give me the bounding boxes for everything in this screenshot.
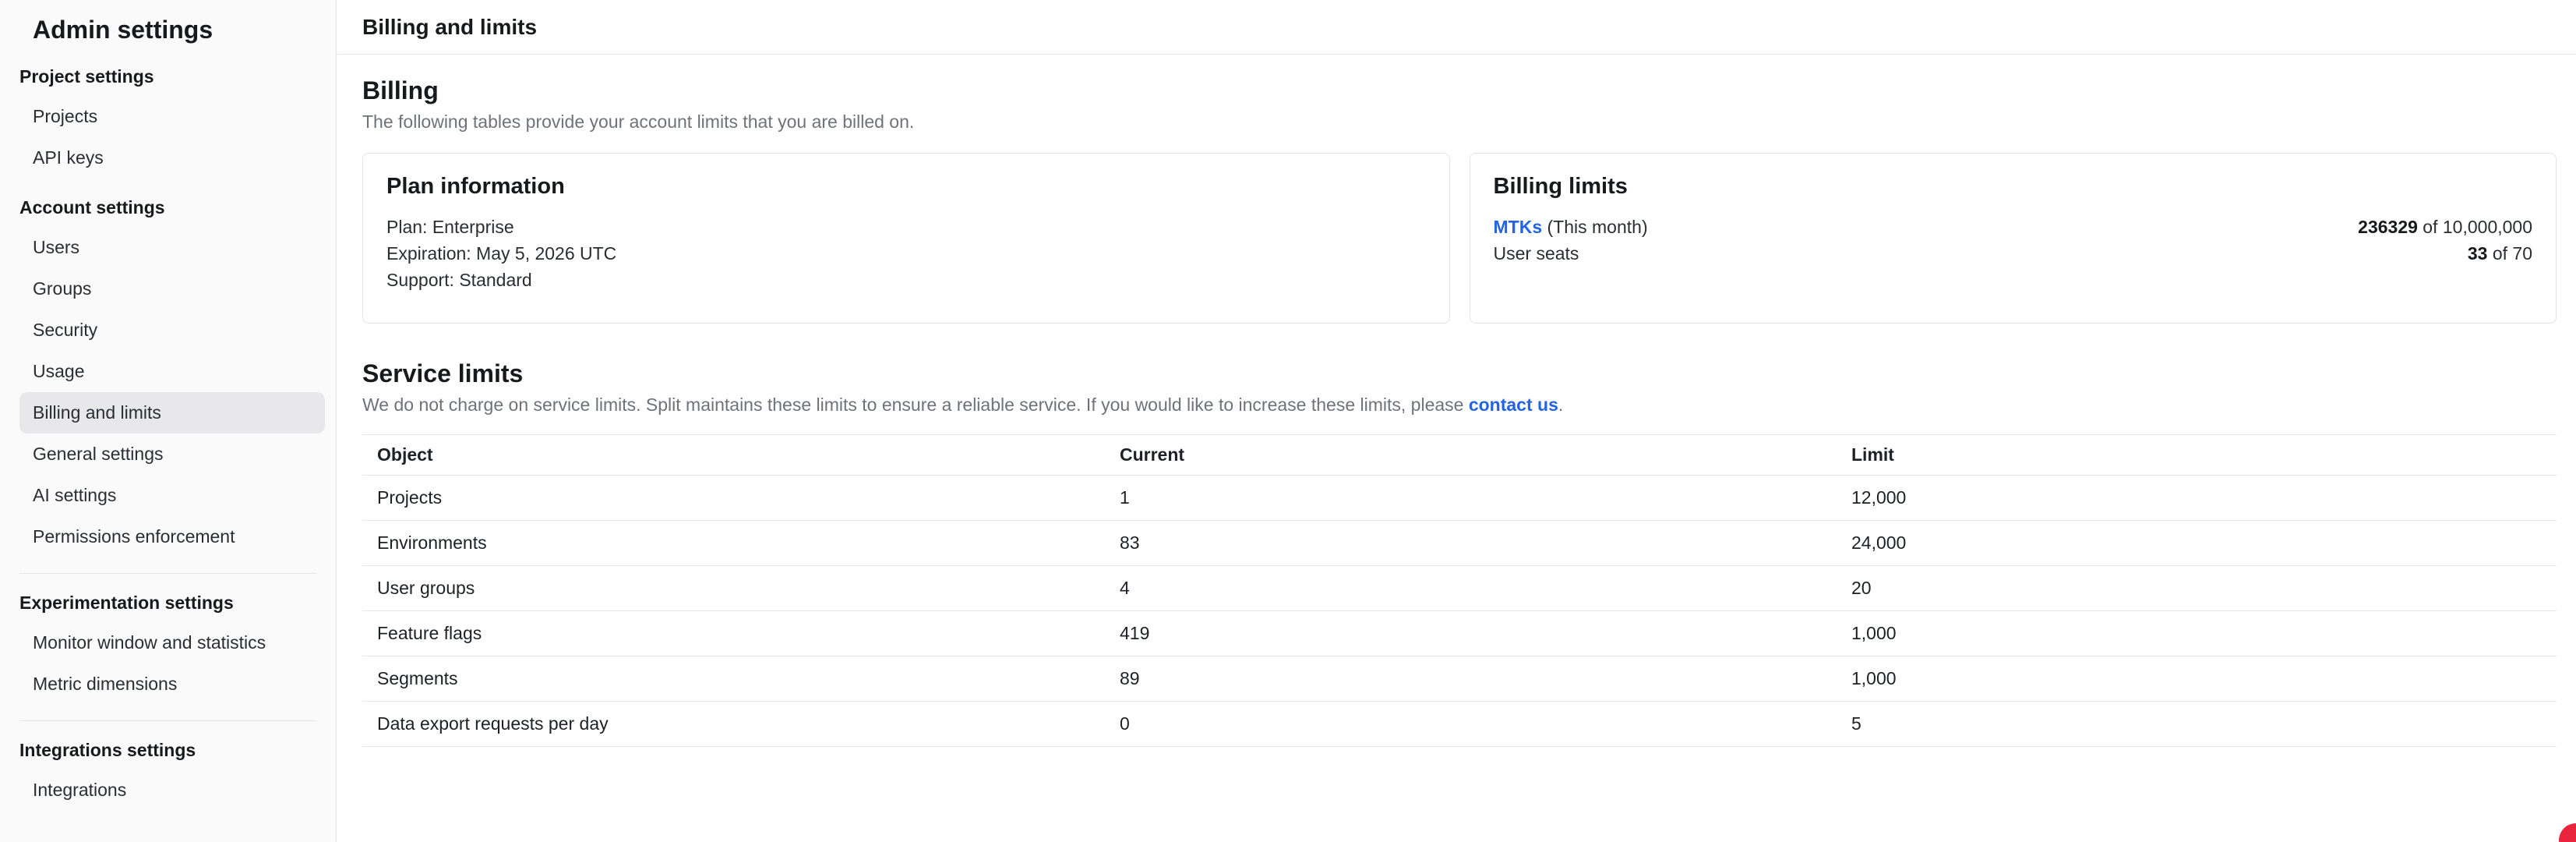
sidebar-item-general-settings[interactable]: General settings: [19, 433, 325, 475]
sidebar-item-usage[interactable]: Usage: [19, 351, 325, 392]
service-limit-row-segments: Segments891,000: [362, 656, 2557, 702]
table-cell: 419: [1105, 611, 1837, 656]
description-text-after: .: [1558, 394, 1563, 415]
billing-limit-row: User seats 33 of 70: [1494, 240, 2533, 267]
service-limit-row-feature-flags: Feature flags4191,000: [362, 611, 2557, 656]
sidebar-section-account-settings: Account settings: [0, 188, 336, 227]
table-cell: 83: [1105, 521, 1837, 565]
sidebar-section-integrations-settings: Integrations settings: [0, 731, 336, 769]
billing-limit-label: MTKs (This month): [1494, 214, 1648, 240]
table-cell: Feature flags: [362, 611, 1105, 656]
table-cell: Data export requests per day: [362, 702, 1105, 746]
sidebar-item-monitor-window-and-statistics[interactable]: Monitor window and statistics: [19, 622, 325, 663]
service-limits-table: ObjectCurrentLimitProjects112,000Environ…: [362, 434, 2557, 747]
billing-limits-title: Billing limits: [1494, 174, 2533, 200]
billing-limit-row: MTKs (This month) 236329 of 10,000,000: [1494, 214, 2533, 240]
mtks-link[interactable]: MTKs: [1494, 217, 1543, 237]
table-cell: 1,000: [1837, 611, 2557, 656]
sidebar-item-api-keys[interactable]: API keys: [19, 137, 325, 179]
table-cell: 4: [1105, 566, 1837, 610]
sidebar-title: Admin settings: [0, 0, 336, 48]
service-limits-description: We do not charge on service limits. Spli…: [362, 394, 2557, 416]
service-limit-row-user-groups: User groups420: [362, 566, 2557, 611]
service-limits-section: Service limits We do not charge on servi…: [362, 359, 2557, 747]
sidebar-item-metric-dimensions[interactable]: Metric dimensions: [19, 663, 325, 705]
sidebar-item-users[interactable]: Users: [19, 227, 325, 268]
sidebar-divider: [19, 720, 316, 721]
table-cell: 1: [1105, 476, 1837, 520]
sidebar: Admin settings Project settingsProjectsA…: [0, 0, 337, 842]
sidebar-item-projects[interactable]: Projects: [19, 96, 325, 137]
service-limits-header-row: ObjectCurrentLimit: [362, 434, 2557, 476]
plan-info-line: Support: Standard: [386, 267, 1426, 293]
sidebar-item-security[interactable]: Security: [19, 310, 325, 351]
billing-subtitle: The following tables provide your accoun…: [362, 111, 2557, 133]
sidebar-section-project-settings: Project settings: [0, 57, 336, 96]
admin-settings-page: Admin settings Project settingsProjectsA…: [0, 0, 2576, 747]
table-cell: 24,000: [1837, 521, 2557, 565]
sidebar-item-billing-and-limits[interactable]: Billing and limits: [19, 392, 325, 433]
page-title: Billing and limits: [362, 15, 537, 40]
table-cell: 89: [1105, 656, 1837, 701]
billing-section: Billing The following tables provide you…: [362, 76, 2557, 324]
billing-cards: Plan information Plan: EnterpriseExpirat…: [362, 153, 2557, 324]
column-header-limit: Limit: [1837, 435, 2557, 475]
service-limit-row-projects: Projects112,000: [362, 476, 2557, 521]
column-header-current: Current: [1105, 435, 1837, 475]
sidebar-section-experimentation-settings: Experimentation settings: [0, 583, 336, 622]
table-cell: 12,000: [1837, 476, 2557, 520]
plan-information-title: Plan information: [386, 174, 1426, 200]
plan-info-line: Expiration: May 5, 2026 UTC: [386, 240, 1426, 267]
service-limit-row-data-export-requests-per-day: Data export requests per day05: [362, 702, 2557, 747]
description-text-before: We do not charge on service limits. Spli…: [362, 394, 1469, 415]
contact-us-link[interactable]: contact us: [1469, 394, 1558, 415]
content-area: Billing The following tables provide you…: [337, 55, 2576, 747]
table-cell: 0: [1105, 702, 1837, 746]
billing-limit-label: User seats: [1494, 240, 1579, 267]
billing-limit-value: 33 of 70: [2468, 240, 2532, 267]
plan-information-card: Plan information Plan: EnterpriseExpirat…: [362, 153, 1450, 324]
table-cell: Environments: [362, 521, 1105, 565]
sidebar-item-ai-settings[interactable]: AI settings: [19, 475, 325, 516]
table-cell: 1,000: [1837, 656, 2557, 701]
plan-information-lines: Plan: EnterpriseExpiration: May 5, 2026 …: [386, 214, 1426, 293]
page-header: Billing and limits: [337, 0, 2576, 55]
sidebar-nav: Project settingsProjectsAPI keys Account …: [0, 57, 336, 811]
service-limit-row-environments: Environments8324,000: [362, 521, 2557, 566]
sidebar-item-integrations[interactable]: Integrations: [19, 769, 325, 811]
main-content: Billing and limits Billing The following…: [337, 0, 2576, 747]
billing-limits-card: Billing limits MTKs (This month) 236329 o…: [1470, 153, 2557, 324]
sidebar-item-groups[interactable]: Groups: [19, 268, 325, 310]
sidebar-item-permissions-enforcement[interactable]: Permissions enforcement: [19, 516, 325, 557]
billing-limits-rows: MTKs (This month)236329 of 10,000,000Use…: [1494, 214, 2533, 267]
sidebar-divider: [19, 573, 316, 574]
table-cell: User groups: [362, 566, 1105, 610]
plan-info-line: Plan: Enterprise: [386, 214, 1426, 240]
chat-widget-button[interactable]: [2559, 823, 2576, 842]
table-cell: Projects: [362, 476, 1105, 520]
table-cell: 5: [1837, 702, 2557, 746]
billing-limit-value: 236329 of 10,000,000: [2358, 214, 2532, 240]
table-cell: 20: [1837, 566, 2557, 610]
billing-heading: Billing: [362, 76, 2557, 105]
service-limits-heading: Service limits: [362, 359, 2557, 388]
column-header-object: Object: [362, 435, 1105, 475]
table-cell: Segments: [362, 656, 1105, 701]
